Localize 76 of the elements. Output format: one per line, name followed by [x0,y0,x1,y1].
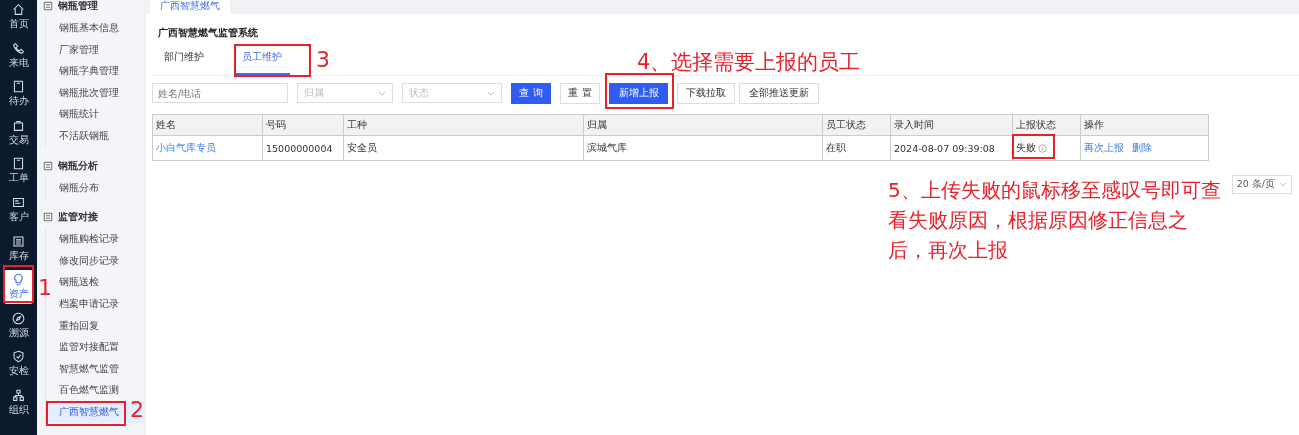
page-tab[interactable]: 广西智慧燃气 [150,0,230,14]
action-button[interactable]: 新增上报 [609,82,668,104]
report-status: 失败 [1016,141,1036,155]
org-chart-icon [12,388,25,402]
chevron-down-icon [378,90,386,96]
menu-item[interactable]: 钢瓶购检记录 [45,228,143,250]
highlight-frame [3,265,34,303]
highlight-frame [1012,134,1055,159]
table-cell: 安全员 [343,135,584,161]
menu-item[interactable]: 钢瓶批次管理 [45,81,143,104]
group-icon [43,212,53,223]
nav-rail-item[interactable]: 组织 [4,385,33,420]
nav-rail-item[interactable]: 来电 [4,38,33,73]
column-header: 录入时间 [890,114,1013,136]
list-icon [12,234,25,248]
nav-rail-item[interactable]: 溯源 [4,308,33,343]
info-icon[interactable] [1038,143,1047,153]
menu-item[interactable]: 钢瓶基本信息 [45,17,143,39]
menu-item[interactable]: 智慧燃气监管 [45,357,143,380]
nav-rail-item[interactable]: 库存 [4,231,33,266]
chevron-down-icon [487,90,495,96]
annotation-text: 4、选择需要上报的员工 [637,49,861,76]
menu-item[interactable]: 百色燃气监测 [45,379,143,401]
action-button[interactable]: 重 置 [560,82,600,104]
nav-rail-item[interactable]: 安检 [4,347,33,382]
action-button[interactable]: 全部推送更新 [739,82,819,104]
tab[interactable]: 员工维护 [234,50,290,75]
annotation-text: 5、上传失败的鼠标移至感叹号即可查看失败原因，根据原因修正信息之后，再次上报 [888,177,1222,264]
column-header: 上报状态 [1012,114,1081,136]
column-header: 工种 [343,114,584,136]
menu-item[interactable]: 监管对接配置 [45,336,143,358]
menu-group-title: 钢瓶管理 [58,0,98,13]
group-icon [43,160,53,171]
id-card-icon [12,195,25,209]
tab[interactable]: 部门维护 [160,50,208,75]
compass-icon [12,311,25,325]
menu-item[interactable]: 厂家管理 [45,38,143,61]
search-field[interactable]: 姓名/电话 [152,83,288,103]
nav-rail-item[interactable]: 首页 [4,0,33,34]
action-link[interactable]: 删除 [1132,141,1152,155]
column-header: 归属 [583,114,823,136]
menu-item[interactable]: 钢瓶统计 [45,103,143,125]
phone-icon [12,41,25,55]
column-header: 操作 [1080,114,1209,136]
group-icon [43,1,53,11]
action-button[interactable]: 下载拉取 [677,82,735,104]
bag-icon [12,118,25,132]
document-icon [12,80,25,94]
table-cell: 滨城气库 [583,135,823,161]
chevron-down-icon [1279,182,1287,187]
page-size-select[interactable]: 20 条/页 [1231,175,1292,194]
nav-rail-item[interactable]: 客户 [4,192,33,227]
column-header: 姓名 [152,114,263,136]
shield-icon [12,350,25,364]
document-icon [12,157,25,171]
menu-item[interactable]: 不活跃钢瓶 [45,124,143,147]
nav-rail-item[interactable]: 交易 [4,115,33,150]
menu-item[interactable]: 重拍回复 [45,314,143,337]
table-cell: 在职 [822,135,891,161]
column-header: 员工状态 [822,114,891,136]
menu-item[interactable]: 修改同步记录 [45,249,143,272]
highlight-frame [605,73,674,109]
menu-item[interactable]: 钢瓶字典管理 [45,60,143,82]
annotation-number: 3 [316,47,330,72]
home-icon [12,3,25,16]
menu-group-title: 钢瓶分析 [58,158,98,173]
menu-item[interactable]: 钢瓶分布 [45,176,143,199]
action-button[interactable]: 查 询 [511,82,551,104]
menu-group-title: 监管对接 [58,210,98,225]
nav-rail-item[interactable]: 待办 [4,77,33,112]
panel-title: 广西智慧燃气监管系统 [157,26,259,40]
column-header: 号码 [262,114,344,136]
action-link[interactable]: 再次上报 [1084,141,1124,155]
light-bulb-icon [12,273,25,287]
nav-rail-item[interactable]: 工单 [4,154,33,189]
table-cell: 15000000004 [262,135,344,161]
